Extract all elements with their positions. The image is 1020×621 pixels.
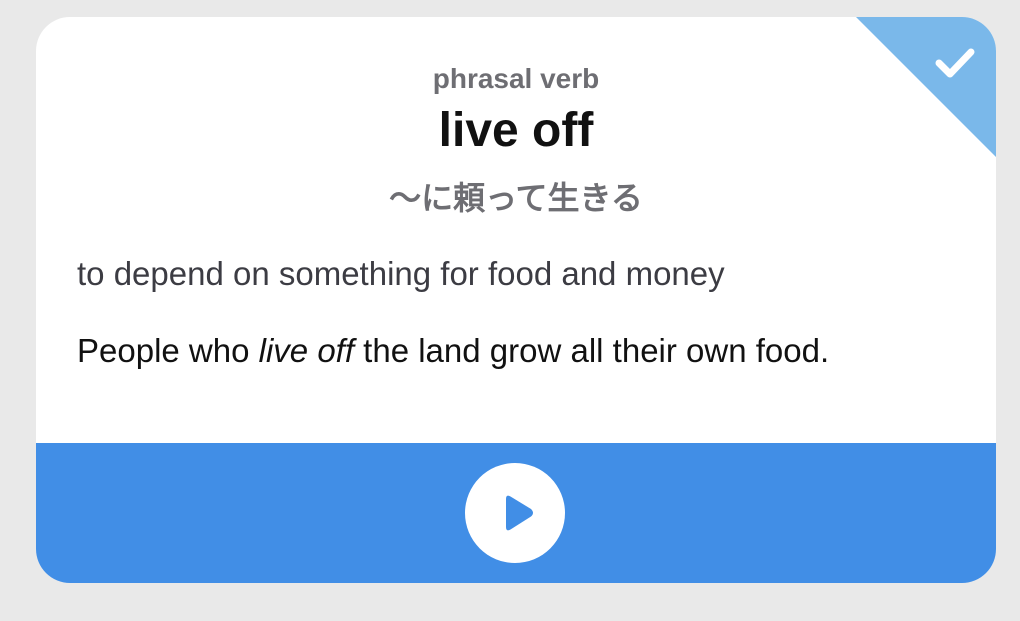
play-audio-button[interactable]	[465, 463, 565, 563]
audio-footer	[36, 443, 996, 583]
example-text-after: the land grow all their own food.	[354, 332, 830, 369]
definition-text: to depend on something for food and mone…	[77, 255, 725, 292]
example-sentence: People who live off the land grow all th…	[77, 332, 829, 370]
example-text-before: People who	[77, 332, 259, 369]
headword: live off	[438, 104, 594, 157]
play-icon	[506, 495, 533, 531]
vocabulary-card: phrasal verb live off 〜に頼って生きる to depend…	[36, 17, 996, 583]
example-highlight: live off	[258, 332, 355, 369]
japanese-translation: 〜に頼って生きる	[389, 179, 643, 217]
part-of-speech: phrasal verb	[432, 63, 600, 94]
